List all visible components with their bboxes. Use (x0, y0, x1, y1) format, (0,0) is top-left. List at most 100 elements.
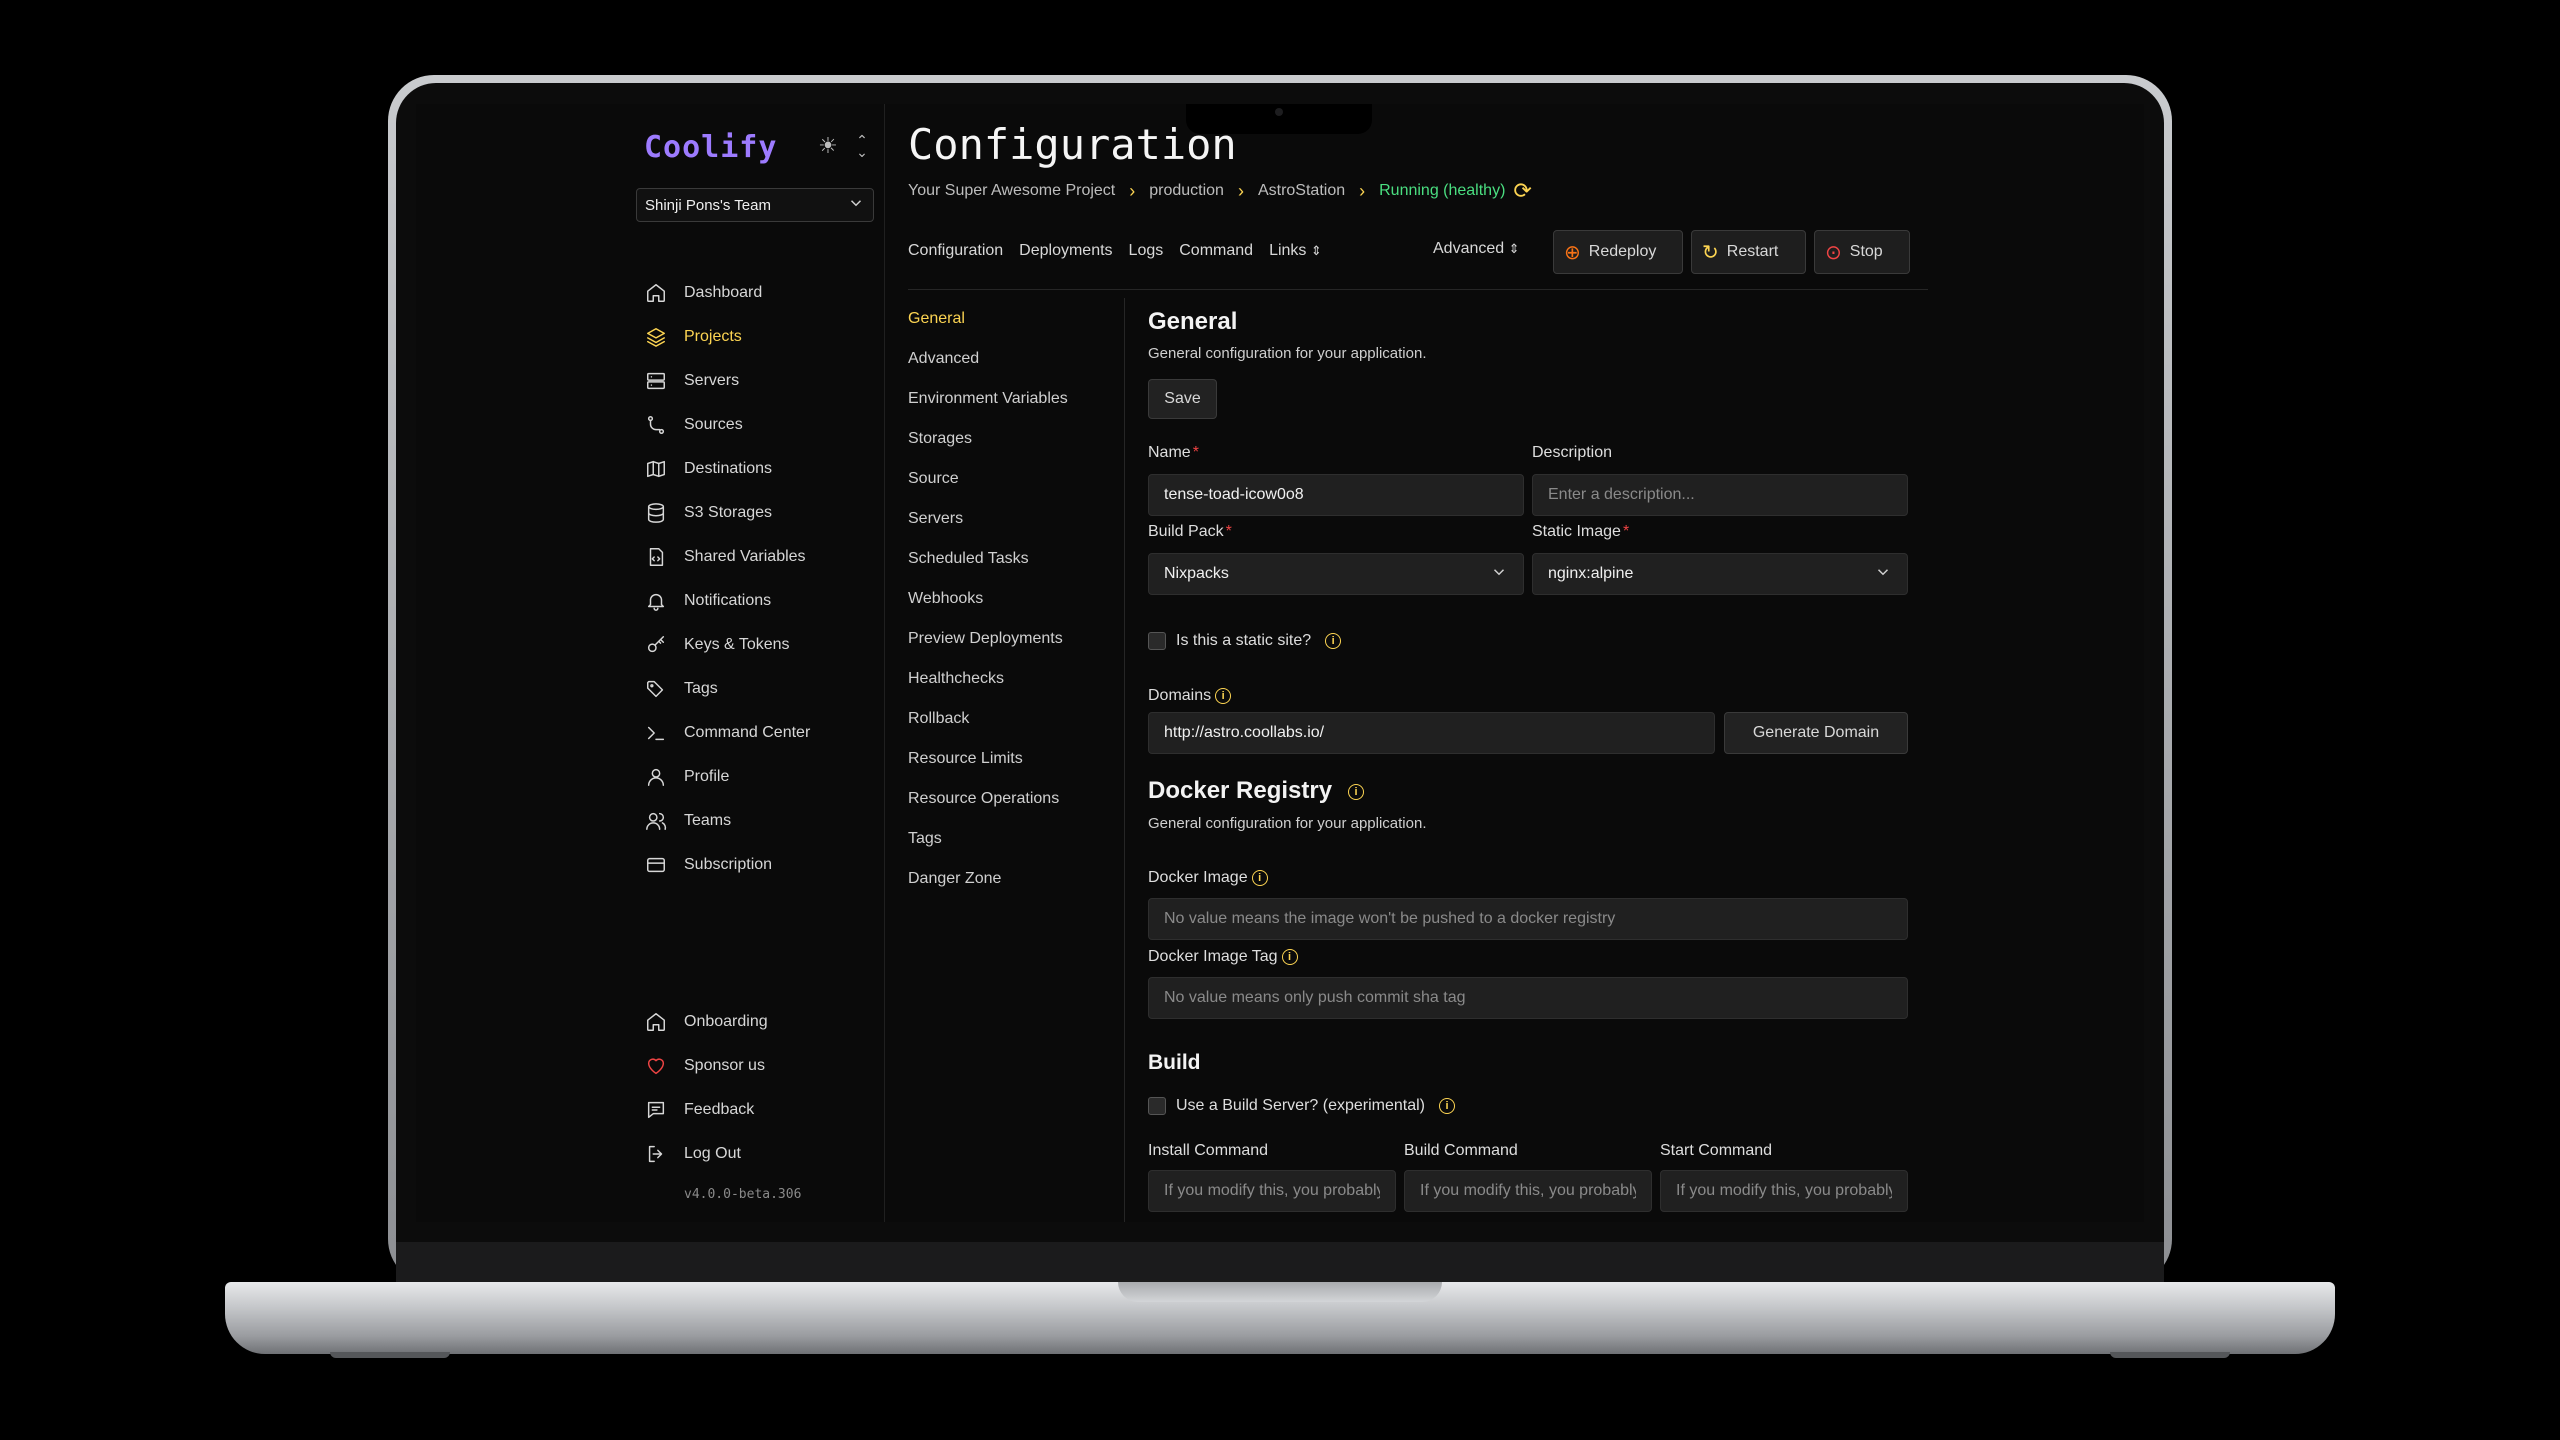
sidebar-item-feedback[interactable]: Feedback (644, 1088, 874, 1132)
info-icon[interactable]: i (1325, 632, 1342, 649)
build-command-input[interactable] (1404, 1170, 1652, 1212)
required-marker: * (1225, 523, 1232, 540)
info-icon[interactable]: i (1439, 1097, 1455, 1114)
save-button[interactable]: Save (1148, 379, 1217, 419)
sidebar-item-sources[interactable]: Sources (644, 403, 874, 447)
breadcrumb-environment[interactable]: production (1149, 182, 1224, 200)
team-select-value: Shinji Pons's Team (645, 196, 771, 214)
build-command-label: Build Command (1404, 1142, 1518, 1159)
sidebar-item-label: Command Center (684, 724, 811, 741)
start-command-input[interactable] (1660, 1170, 1908, 1212)
subnav-item-rollback[interactable]: Rollback (908, 699, 1108, 739)
tab-configuration[interactable]: Configuration (908, 242, 1003, 260)
install-command-input[interactable] (1148, 1170, 1396, 1212)
key-icon (644, 633, 668, 657)
static-site-label-text: Is this a static site? (1176, 632, 1312, 649)
subnav-item-servers[interactable]: Servers (908, 499, 1108, 539)
refresh-icon[interactable]: ⟳ (1513, 178, 1531, 204)
sidebar-item-notifications[interactable]: Notifications (644, 579, 874, 623)
sidebar-item-s3-storages[interactable]: S3 Storages (644, 491, 874, 535)
sidebar-item-onboarding[interactable]: Onboarding (644, 1000, 874, 1044)
build-server-checkbox[interactable] (1148, 1097, 1166, 1115)
static-site-label: Is this a static site? i (1176, 632, 1342, 650)
docker-image-input[interactable] (1148, 898, 1908, 940)
static-image-select[interactable]: nginx:alpine (1532, 553, 1908, 595)
status-badge: Running (healthy) (1379, 182, 1506, 199)
info-icon[interactable]: i (1281, 948, 1298, 965)
tab-links[interactable]: Links ⇕ (1269, 242, 1322, 260)
sidebar-item-teams[interactable]: Teams (644, 799, 874, 843)
restart-button[interactable]: ↻ Restart (1691, 230, 1806, 274)
team-select[interactable]: Shinji Pons's Team (636, 188, 874, 222)
sidebar-bottom-nav: Onboarding Sponsor us Feedback Log Out (644, 1000, 874, 1176)
terminal-icon (644, 721, 668, 745)
redeploy-icon: ⊕ (1564, 241, 1581, 264)
sidebar-item-command-center[interactable]: Command Center (644, 711, 874, 755)
redeploy-label: Redeploy (1588, 243, 1657, 260)
sidebar-item-profile[interactable]: Profile (644, 755, 874, 799)
breadcrumb: Your Super Awesome Project › production … (908, 178, 1532, 204)
chevron-right-icon: › (1237, 180, 1244, 201)
start-command-label: Start Command (1660, 1142, 1773, 1159)
database-icon (644, 501, 668, 525)
build-pack-select[interactable]: Nixpacks (1148, 553, 1524, 595)
sidebar-item-shared-variables[interactable]: Shared Variables (644, 535, 874, 579)
name-input[interactable] (1148, 474, 1524, 516)
subnav-item-advanced[interactable]: Advanced (908, 339, 1108, 379)
docker-image-tag-input[interactable] (1148, 977, 1908, 1019)
info-icon[interactable]: i (1348, 783, 1365, 800)
chevron-down-icon (847, 194, 865, 216)
sidebar-item-logout[interactable]: Log Out (644, 1132, 874, 1176)
subnav-item-scheduled-tasks[interactable]: Scheduled Tasks (908, 539, 1108, 579)
subnav-item-source[interactable]: Source (908, 459, 1108, 499)
sidebar-item-dashboard[interactable]: Dashboard (644, 271, 874, 315)
subnav-item-preview-deployments[interactable]: Preview Deployments (908, 619, 1108, 659)
subnav-item-storages[interactable]: Storages (908, 419, 1108, 459)
subnav-item-tags[interactable]: Tags (908, 819, 1108, 859)
sidebar-item-projects[interactable]: Projects (644, 315, 874, 359)
description-input[interactable] (1532, 474, 1908, 516)
chevron-right-icon: › (1359, 180, 1366, 201)
sidebar-item-tags[interactable]: Tags (644, 667, 874, 711)
sidebar-item-keys-tokens[interactable]: Keys & Tokens (644, 623, 874, 667)
docker-image-label: Docker Image i (1148, 869, 1268, 887)
sidebar-item-subscription[interactable]: Subscription (644, 843, 874, 887)
generate-domain-button[interactable]: Generate Domain (1724, 712, 1908, 754)
static-site-checkbox[interactable] (1148, 632, 1166, 650)
users-icon (644, 809, 668, 833)
subnav-item-danger-zone[interactable]: Danger Zone (908, 859, 1108, 899)
info-icon[interactable]: i (1215, 687, 1232, 704)
stop-button[interactable]: ⊙ Stop (1814, 230, 1910, 274)
sun-icon[interactable]: ☀ (816, 134, 840, 158)
build-server-label: Use a Build Server? (experimental) i (1176, 1097, 1455, 1115)
static-image-label-text: Static Image (1532, 523, 1621, 540)
subnav-item-environment-variables[interactable]: Environment Variables (908, 379, 1108, 419)
divider (1124, 298, 1125, 1222)
domains-input[interactable] (1148, 712, 1715, 754)
section-description: General configuration for your applicati… (1148, 815, 1427, 832)
advanced-dropdown[interactable]: Advanced ⇕ (1433, 240, 1520, 258)
server-icon (644, 369, 668, 393)
subnav-item-healthchecks[interactable]: Healthchecks (908, 659, 1108, 699)
subnav-item-resource-operations[interactable]: Resource Operations (908, 779, 1108, 819)
section-title-general: General (1148, 308, 1238, 335)
sidebar-item-sponsor[interactable]: Sponsor us (644, 1044, 874, 1088)
tab-command[interactable]: Command (1179, 242, 1253, 260)
subnav-item-general[interactable]: General (908, 299, 1108, 339)
subnav-item-webhooks[interactable]: Webhooks (908, 579, 1108, 619)
domains-label-text: Domains (1148, 687, 1212, 704)
subnav-item-resource-limits[interactable]: Resource Limits (908, 739, 1108, 779)
info-icon[interactable]: i (1251, 869, 1268, 886)
breadcrumb-application[interactable]: AstroStation (1258, 182, 1345, 200)
redeploy-button[interactable]: ⊕ Redeploy (1553, 230, 1683, 274)
tab-deployments[interactable]: Deployments (1019, 242, 1112, 260)
chevrons-up-down-icon[interactable]: ⌃ ⌄ (852, 133, 872, 159)
section-description: General configuration for your applicati… (1148, 345, 1427, 362)
sidebar-item-destinations[interactable]: Destinations (644, 447, 874, 491)
sidebar-item-servers[interactable]: Servers (644, 359, 874, 403)
restart-icon: ↻ (1702, 241, 1719, 264)
laptop-foot (2110, 1352, 2230, 1358)
app-logo[interactable]: Coolify (644, 130, 777, 165)
tab-logs[interactable]: Logs (1129, 242, 1164, 260)
breadcrumb-project[interactable]: Your Super Awesome Project (908, 182, 1115, 200)
